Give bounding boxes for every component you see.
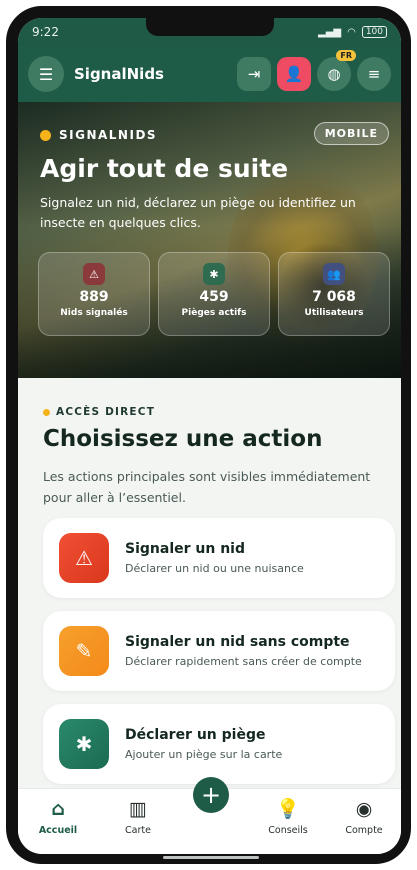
action-text: Déclarer un piège Ajouter un piège sur l… bbox=[125, 727, 282, 761]
wifi-icon: ◠ bbox=[347, 26, 356, 38]
hero-eyebrow-label: SIGNALNIDS bbox=[59, 128, 158, 142]
stat-card-traps[interactable]: ✱ 459 Pièges actifs bbox=[158, 252, 270, 336]
section-eyebrow: ACCÈS DIRECT bbox=[43, 406, 155, 418]
action-report-nest[interactable]: ⚠ Signaler un nid Déclarer un nid ou une… bbox=[43, 518, 395, 598]
hero-description: Signalez un nid, déclarez un piège ou id… bbox=[40, 195, 356, 230]
stat-value: 7 068 bbox=[312, 289, 356, 305]
login-icon: ⇥ bbox=[247, 65, 261, 83]
hamburger-menu-button[interactable]: ≡ bbox=[357, 57, 391, 91]
stat-value: 889 bbox=[79, 289, 109, 305]
nav-label: Accueil bbox=[38, 825, 78, 836]
edit-note-icon: ✎ bbox=[59, 626, 109, 676]
action-title: Signaler un nid sans compte bbox=[125, 634, 350, 650]
action-title: Signaler un nid bbox=[125, 541, 245, 557]
action-text: Signaler un nid Déclarer un nid ou une n… bbox=[125, 541, 304, 575]
stat-label: Nids signalés bbox=[60, 308, 128, 318]
phone-frame: 9:22 ▂▄▆ ◠ 100 ☰ SignalNids ⇥ 👤 ◍ FR ≡ S… bbox=[6, 6, 411, 864]
status-dot bbox=[40, 129, 51, 141]
warning-icon: ⚠ bbox=[59, 533, 109, 583]
lightbulb-icon: 💡 bbox=[276, 798, 300, 820]
nav-item-home[interactable]: ⌂ Accueil bbox=[23, 797, 93, 836]
app-screen: 9:22 ▂▄▆ ◠ 100 ☰ SignalNids ⇥ 👤 ◍ FR ≡ S… bbox=[18, 18, 401, 854]
menu-icon[interactable]: ☰ bbox=[28, 56, 64, 92]
stat-card-nests[interactable]: ⚠ 889 Nids signalés bbox=[38, 252, 150, 336]
status-icons: ▂▄▆ ◠ 100 bbox=[318, 26, 387, 38]
eyebrow-dot bbox=[43, 408, 50, 416]
login-button[interactable]: ⇥ bbox=[237, 57, 271, 91]
stat-label: Utilisateurs bbox=[304, 308, 364, 318]
action-title: Déclarer un piège bbox=[125, 727, 266, 743]
nav-item-tips[interactable]: 💡 Conseils bbox=[253, 797, 323, 836]
hero-eyebrow: SIGNALNIDS bbox=[40, 128, 157, 142]
nav-item-map[interactable]: ▥ Carte bbox=[103, 797, 173, 836]
nav-label: Compte bbox=[345, 825, 383, 836]
battery-icon: 100 bbox=[361, 26, 387, 38]
action-text: Signaler un nid sans compte Déclarer rap… bbox=[125, 634, 362, 668]
app-bar: ☰ SignalNids ⇥ 👤 ◍ FR ≡ bbox=[18, 46, 401, 102]
action-subtitle: Déclarer un nid ou une nuisance bbox=[125, 562, 304, 575]
stat-value: 459 bbox=[199, 289, 229, 305]
signal-icon: ▂▄▆ bbox=[318, 26, 342, 38]
users-icon: 👥 bbox=[323, 263, 345, 285]
account-icon: ◉ bbox=[355, 798, 373, 820]
home-indicator[interactable] bbox=[163, 856, 259, 859]
warning-icon: ⚠ bbox=[83, 263, 105, 285]
globe-icon: ◍ bbox=[327, 65, 341, 83]
hero-banner: SIGNALNIDS MOBILE Agir tout de suite Sig… bbox=[18, 102, 401, 378]
language-button[interactable]: ◍ FR bbox=[317, 50, 356, 91]
mobile-badge: MOBILE bbox=[313, 122, 389, 145]
action-declare-trap[interactable]: ✱ Déclarer un piège Ajouter un piège sur… bbox=[43, 704, 395, 784]
stat-label: Pièges actifs bbox=[181, 308, 247, 318]
section-eyebrow-label: ACCÈS DIRECT bbox=[56, 406, 156, 418]
hamburger-icon: ≡ bbox=[367, 65, 381, 83]
home-icon: ⌂ bbox=[51, 798, 65, 820]
main-content: ACCÈS DIRECT Choisissez une action Les a… bbox=[18, 378, 401, 788]
map-icon: ▥ bbox=[129, 798, 147, 820]
plus-icon: + bbox=[200, 781, 222, 809]
stat-card-users[interactable]: 👥 7 068 Utilisateurs bbox=[278, 252, 390, 336]
section-title: Choisissez une action bbox=[43, 426, 323, 452]
gesture-area bbox=[18, 854, 401, 861]
bug-icon: ✱ bbox=[203, 263, 225, 285]
nav-label: Conseils bbox=[268, 825, 308, 836]
add-fab-button[interactable]: + bbox=[193, 777, 229, 813]
bug-icon: ✱ bbox=[59, 719, 109, 769]
section-description: Les actions principales sont visibles im… bbox=[43, 469, 371, 505]
nav-label: Carte bbox=[125, 825, 151, 836]
app-brand: SignalNids bbox=[74, 65, 164, 83]
stats-row: ⚠ 889 Nids signalés ✱ 459 Pièges actifs … bbox=[38, 252, 401, 336]
add-user-icon: 👤 bbox=[284, 65, 304, 83]
bottom-navigation: ⌂ Accueil ▥ Carte + 💡 Conseils ◉ Compte bbox=[18, 777, 401, 854]
action-subtitle: Ajouter un piège sur la carte bbox=[125, 748, 283, 761]
action-subtitle: Déclarer rapidement sans créer de compte bbox=[125, 655, 362, 668]
language-badge: FR bbox=[336, 50, 356, 61]
camera-notch bbox=[146, 18, 274, 36]
nav-item-account[interactable]: ◉ Compte bbox=[329, 797, 399, 836]
hero-title: Agir tout de suite bbox=[40, 154, 289, 183]
register-button[interactable]: 👤 bbox=[277, 57, 311, 91]
action-report-nest-guest[interactable]: ✎ Signaler un nid sans compte Déclarer r… bbox=[43, 611, 395, 691]
